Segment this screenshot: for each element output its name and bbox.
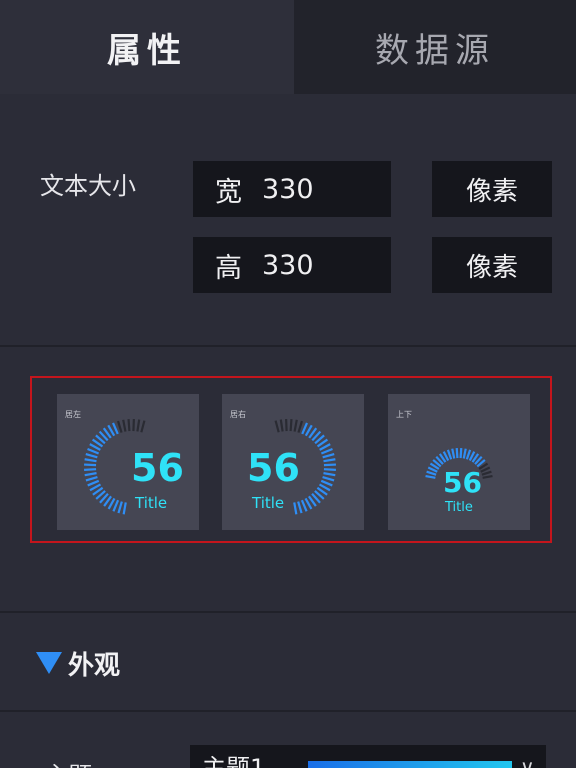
gauge-tick [117, 501, 123, 514]
layout-option-top-bottom[interactable]: 上下 56 Title [388, 394, 530, 530]
gauge-tick [451, 448, 456, 459]
section-divider [0, 345, 576, 347]
gauge-tick [85, 452, 98, 459]
chevron-down-icon: ∨ [520, 755, 535, 768]
gauge-tick [84, 458, 97, 463]
gauge-tick [425, 475, 436, 479]
gauge-tick [85, 475, 98, 482]
gauge-tick [323, 463, 336, 467]
gauge-value-left: 56 [131, 446, 184, 490]
gauge-value-right: 56 [247, 446, 300, 490]
gauge-tick [482, 475, 493, 479]
gauge-tick [127, 419, 131, 432]
height-input[interactable]: 高 330 [193, 237, 391, 293]
gauge-tick [112, 422, 119, 435]
gauge-tick [136, 419, 141, 432]
gauge-tick [446, 449, 453, 460]
gauge-tick [323, 472, 336, 477]
gauge-tick [87, 447, 100, 455]
layout-label-left: 居左 [65, 410, 81, 419]
gauge-tick [322, 452, 335, 459]
gauge-tick [462, 448, 467, 459]
appearance-label: 外观 [68, 650, 121, 681]
gauge-tick [300, 499, 308, 512]
tab-properties[interactable]: 属性 [0, 0, 294, 94]
width-key: 宽 [215, 176, 242, 208]
gauge-tick [116, 420, 123, 433]
gauge-tick [323, 468, 336, 471]
text-size-label: 文本大小 [40, 172, 136, 200]
gauge-tick [122, 419, 127, 432]
layout-label-top-bottom: 上下 [396, 410, 412, 419]
gauge-tick [459, 448, 463, 459]
section-divider [0, 611, 576, 613]
gauge-tick [297, 501, 303, 514]
gauge-tick [320, 479, 333, 487]
layout-option-right[interactable]: 居右 56 Title [222, 394, 364, 530]
gauge-tick [140, 420, 146, 433]
theme-value: 主题1 [202, 753, 266, 768]
gauge-tick [84, 472, 97, 477]
gauge-tick [84, 463, 97, 467]
gauge-tick [274, 420, 280, 433]
tab-bar: 属性 数据源 [0, 0, 576, 94]
gauge-value-top-bottom: 56 [443, 466, 482, 499]
appearance-section-toggle[interactable]: 外观 [36, 646, 121, 681]
theme-label: 主题 [44, 756, 92, 768]
gauge-tick [122, 502, 127, 515]
height-value: 330 [262, 249, 314, 281]
gauge-tick [465, 449, 472, 460]
gauge-title-left: Title [135, 494, 168, 512]
gauge-tick [320, 447, 333, 455]
gauge-tick [297, 420, 304, 433]
height-unit-select[interactable]: 像素 [432, 237, 552, 293]
gauge-tick [426, 470, 437, 476]
tab-data-source[interactable]: 数据源 [294, 0, 576, 94]
gauge-tick [322, 475, 335, 482]
section-divider [0, 710, 576, 712]
height-key: 高 [215, 252, 242, 284]
gauge-tick [455, 448, 459, 459]
gauge-title-top-bottom: Title [445, 500, 473, 515]
theme-select[interactable]: 主题1 ∨ [190, 745, 546, 768]
theme-color-swatch [308, 761, 512, 768]
gauge-tick [87, 479, 100, 487]
layout-option-left[interactable]: 居左 56 Title [57, 394, 199, 530]
layout-label-right: 居右 [230, 410, 246, 419]
gauge-title-right: Title [252, 494, 285, 512]
gauge-tick [293, 502, 298, 515]
gauge-tick [301, 422, 308, 435]
gauge-tick [323, 458, 336, 463]
gauge-tick [112, 499, 120, 512]
gauge-tick [481, 470, 492, 476]
gauge-tick [293, 419, 298, 432]
width-unit-select[interactable]: 像素 [432, 161, 552, 217]
gauge-tick [279, 419, 284, 432]
gauge-tick [84, 468, 97, 471]
width-input[interactable]: 宽 330 [193, 161, 391, 217]
width-value: 330 [262, 173, 314, 205]
collapse-triangle-icon [36, 652, 62, 674]
gauge-tick [289, 419, 293, 432]
